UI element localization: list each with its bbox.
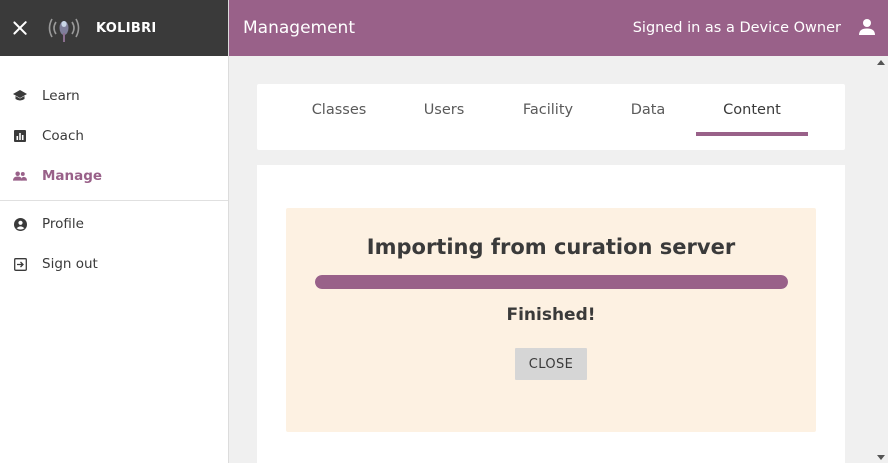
signed-in-status: Signed in as a Device Owner bbox=[632, 20, 841, 36]
sidebar-header: KOLIBRI bbox=[0, 0, 228, 56]
kolibri-logo bbox=[48, 18, 80, 42]
brand-name: KOLIBRI bbox=[96, 20, 157, 36]
profile-icon bbox=[13, 217, 27, 231]
manage-icon bbox=[13, 169, 27, 183]
sidebar-item-label: Manage bbox=[42, 168, 103, 184]
sidebar-item-sign-out[interactable]: Sign out bbox=[0, 244, 228, 284]
sidebar-item-label: Sign out bbox=[42, 256, 98, 272]
tab-content[interactable]: Content bbox=[696, 84, 808, 136]
sidebar-divider bbox=[0, 200, 228, 201]
close-icon[interactable] bbox=[12, 20, 28, 36]
app-bar: Management Signed in as a Device Owner bbox=[229, 0, 888, 56]
sidebar-item-label: Learn bbox=[42, 88, 80, 104]
task-status: Finished! bbox=[506, 305, 596, 325]
sidebar-item-label: Coach bbox=[42, 128, 84, 144]
tab-users[interactable]: Users bbox=[409, 84, 479, 136]
coach-icon bbox=[13, 129, 27, 143]
sign-out-icon bbox=[13, 257, 27, 271]
content-card: Importing from curation server Finished!… bbox=[257, 165, 845, 463]
task-panel: Importing from curation server Finished!… bbox=[286, 208, 816, 432]
scroll-up-arrow[interactable] bbox=[877, 60, 885, 65]
scroll-down-arrow[interactable] bbox=[877, 455, 885, 460]
progress-bar-fill bbox=[315, 275, 788, 289]
sidebar-item-learn[interactable]: Learn bbox=[0, 76, 228, 116]
sidebar: KOLIBRI Learn Coach Manage Profile Sign … bbox=[0, 0, 229, 463]
close-button[interactable]: CLOSE bbox=[515, 348, 587, 380]
sidebar-item-label: Profile bbox=[42, 216, 84, 232]
sidebar-item-profile[interactable]: Profile bbox=[0, 204, 228, 244]
sidebar-item-coach[interactable]: Coach bbox=[0, 116, 228, 156]
tabs-card: Classes Users Facility Data Content bbox=[257, 84, 845, 150]
task-title: Importing from curation server bbox=[366, 235, 736, 259]
page-title: Management bbox=[243, 18, 355, 38]
sidebar-item-manage[interactable]: Manage bbox=[0, 156, 228, 196]
sidebar-nav: Learn Coach Manage Profile Sign out bbox=[0, 56, 228, 284]
tab-facility[interactable]: Facility bbox=[509, 84, 587, 136]
progress-bar bbox=[315, 275, 788, 289]
tab-data[interactable]: Data bbox=[617, 84, 679, 136]
learn-icon bbox=[13, 89, 27, 103]
tab-classes[interactable]: Classes bbox=[303, 84, 375, 136]
user-icon[interactable] bbox=[857, 17, 877, 37]
